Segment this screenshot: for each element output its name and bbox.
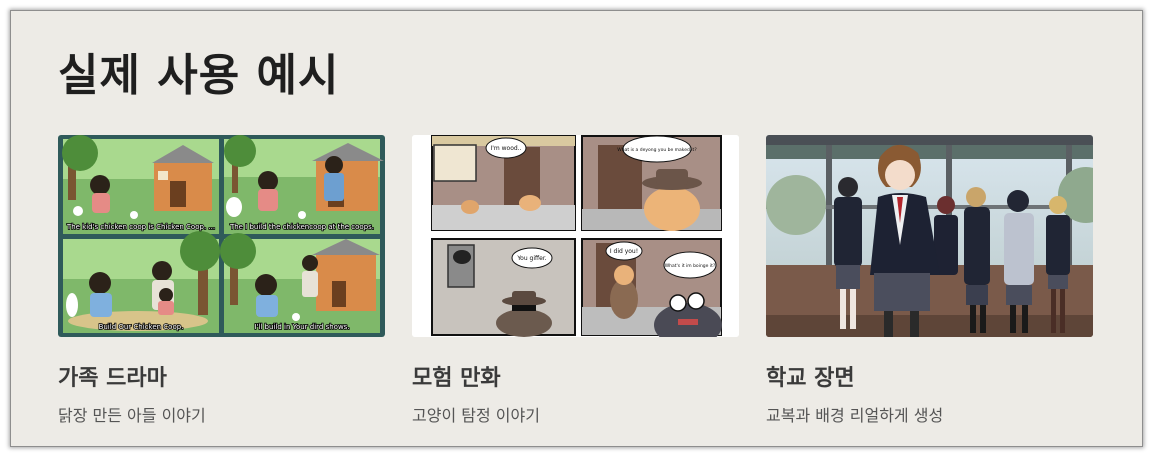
speech-bubble-text: What is a deyong you be maked it? — [617, 147, 697, 153]
comic-caption: Build Our Chicken Coop. — [99, 323, 184, 331]
card-description: 교복과 배경 리얼하게 생성 — [766, 406, 944, 425]
comic-caption: The kid's chicken coop is Chicken Coop. … — [66, 223, 215, 231]
example-card-adventure-comic[interactable]: I'm wood.. What is a deyong you be maked… — [412, 135, 739, 425]
card-title[interactable]: 가족 드라마 — [58, 360, 167, 392]
card-title[interactable]: 학교 장면 — [766, 360, 855, 392]
comic-caption: The I build the chickencoop at the coops… — [229, 223, 374, 231]
speech-bubble-text: I'm wood.. — [490, 145, 521, 152]
comic-caption: I'll build in Your dird shows. — [254, 323, 349, 331]
card-title[interactable]: 모험 만화 — [412, 360, 501, 392]
speech-bubble-text: I did you! — [610, 248, 638, 255]
examples-section: 실제 사용 예시 The kid's chicken coop is Chick… — [11, 11, 1142, 446]
example-card-school-scene[interactable]: 학교 장면 교복과 배경 리얼하게 생성 — [766, 135, 1093, 425]
speech-bubble-text: You giffer. — [516, 255, 546, 262]
example-card-family-drama[interactable]: The kid's chicken coop is Chicken Coop. … — [58, 135, 385, 425]
speech-bubble-text: What's it im boinge it? — [665, 263, 716, 269]
adventure-comic-image: I'm wood.. What is a deyong you be maked… — [412, 135, 739, 337]
card-description: 고양이 탐정 이야기 — [412, 406, 540, 425]
school-scene-image — [766, 135, 1093, 337]
card-description: 닭장 만든 아들 이야기 — [58, 406, 206, 425]
family-drama-comic-image: The kid's chicken coop is Chicken Coop. … — [58, 135, 385, 337]
page-title: 실제 사용 예시 — [58, 50, 340, 101]
